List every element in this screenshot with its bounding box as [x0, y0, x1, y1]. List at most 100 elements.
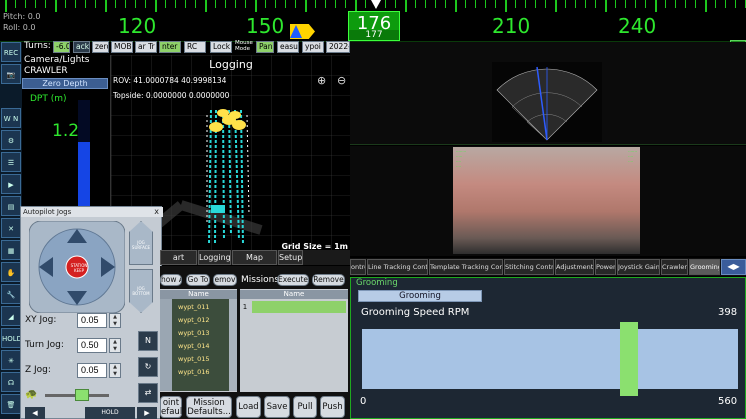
waypoint-defaults-button[interactable]: oint efaults... [160, 396, 198, 418]
tab-scroll-arrows-icon[interactable]: ◀▶ [721, 259, 746, 275]
push-button[interactable]: Push [320, 396, 345, 418]
table-row[interactable]: wypt_012 [172, 314, 229, 326]
compass-label: 120 [118, 14, 157, 38]
step-back-button[interactable]: ◀ [25, 407, 45, 419]
vehicle-icon: ▤ [7, 203, 15, 211]
measure-button[interactable]: easu [277, 41, 299, 53]
mob-button[interactable]: MOB [111, 41, 133, 53]
left-tool-column: REC 📷 W N E ⚙ ☰ ▶ ▤ ✕ ▦ ✋ 🔧 ◢ HOLD ✳ ☊ 🗑 [0, 42, 22, 419]
tab-line-tracking[interactable]: Line Tracking Control [367, 259, 428, 275]
tab-power[interactable]: Power [595, 259, 616, 275]
tab-control[interactable]: ontrol [350, 259, 366, 275]
table-row[interactable]: wypt_014 [172, 340, 229, 352]
tab-adjustments[interactable]: Adjustments [555, 259, 594, 275]
tab-logging[interactable]: Logging [198, 250, 231, 265]
zoom-in-icon[interactable]: ⊕ [317, 74, 326, 87]
z-jog-spinner[interactable]: ▲ ▼ [109, 363, 121, 378]
tab-crawler[interactable]: Crawler [661, 259, 688, 275]
grid-button[interactable]: ▦ [1, 240, 21, 260]
go-to-button[interactable]: Go To [186, 274, 210, 286]
grooming-toggle-button[interactable]: Grooming [358, 290, 482, 302]
hand-button[interactable]: ✋ [1, 262, 21, 282]
compass-tick [715, 0, 716, 8]
compass-tick [695, 0, 696, 8]
remove-mission-button[interactable]: Remove [312, 274, 345, 286]
compass-tick [205, 0, 207, 12]
depth-title: Camera/Lights CRAWLER [24, 55, 90, 77]
mode-button[interactable]: ⇄ [138, 383, 158, 403]
sonar-fan [496, 66, 598, 141]
compass-tick [415, 0, 416, 8]
speed-slider-handle[interactable] [75, 389, 89, 401]
compass-tick [135, 0, 136, 8]
compass-tick [365, 0, 366, 8]
jog-bottom-button[interactable]: JOG BOTTOM [129, 269, 153, 313]
target-button[interactable]: ✳ [1, 350, 21, 370]
jog-surface-button[interactable]: JOG SURFACE [129, 221, 153, 265]
trash-button[interactable]: 🗑 [1, 394, 21, 414]
compass-tick [295, 0, 296, 8]
tab-grooming[interactable]: Grooming [689, 259, 720, 275]
ack-button[interactable]: ack [73, 41, 90, 53]
center-button[interactable]: nter [159, 41, 181, 53]
grooming-speed-slider[interactable] [362, 329, 738, 389]
settings-button[interactable]: ⚙ [1, 130, 21, 150]
rc-dropdown[interactable]: RC [184, 41, 206, 53]
tab-map-config[interactable]: Map Config [232, 250, 277, 275]
tab-stitching[interactable]: Stitching Control [504, 259, 554, 275]
compass-button[interactable]: W N E [1, 108, 21, 143]
close-icon[interactable]: x [154, 207, 159, 217]
hold-button[interactable]: HOLD [85, 407, 135, 419]
tab-setup[interactable]: Setup [278, 250, 303, 265]
compass-tick [25, 0, 26, 8]
load-button[interactable]: Load [236, 396, 261, 418]
step-forward-button[interactable]: ▶ [137, 407, 157, 419]
pan-button[interactable]: Pan [256, 41, 274, 53]
tab-template-tracking[interactable]: Template Tracking Control [429, 259, 503, 275]
grooming-speed-handle[interactable] [620, 322, 639, 396]
video-button[interactable]: ▶ [1, 174, 21, 194]
tools-button[interactable]: ✕ [1, 218, 21, 238]
turn-jog-spinner[interactable]: ▲ ▼ [109, 338, 121, 353]
clear-tracks-button[interactable]: ar Tr [135, 41, 157, 53]
xy-jog-input[interactable]: 0.05 [77, 313, 107, 328]
tilt-button[interactable]: ◢ [1, 306, 21, 326]
list-button[interactable]: ☰ [1, 152, 21, 172]
hold-button[interactable]: HOLD [1, 328, 22, 348]
compass-n-button[interactable]: N [138, 331, 158, 351]
vehicle-button[interactable]: ▤ [1, 196, 21, 216]
waypoint-scrollbar[interactable] [229, 299, 237, 391]
record-button[interactable]: REC [1, 42, 21, 62]
table-row[interactable]: wypt_013 [172, 327, 229, 339]
table-row[interactable]: wypt_011 [172, 301, 229, 313]
save-button[interactable]: Save [264, 396, 290, 418]
mission-row-selected[interactable] [252, 301, 346, 313]
show-all-button[interactable]: how A [160, 274, 182, 286]
pull-button[interactable]: Pull [293, 396, 317, 418]
zoom-out-icon[interactable]: ⊖ [337, 74, 346, 87]
waypoint-button[interactable]: ypoi [302, 41, 324, 53]
zero-button[interactable]: zero [92, 41, 109, 53]
turn-jog-input[interactable]: 0.50 [77, 338, 107, 353]
compass-tick [495, 0, 496, 8]
waypoint-column-header: Name [160, 290, 237, 299]
wrench-button[interactable]: 🔧 [1, 284, 21, 304]
tab-joystick-gains[interactable]: Joystick Gains [617, 259, 660, 275]
camera-button[interactable]: 📷 [1, 64, 21, 84]
mission-defaults-button[interactable]: Mission Defaults... [186, 396, 232, 418]
table-row[interactable]: wypt_016 [172, 366, 229, 378]
diagnostics-button[interactable]: ☊ [1, 372, 21, 392]
camera-feed[interactable]: ········ ····· ···· ···· ······· ···· ···· [453, 147, 640, 254]
rotate-button[interactable]: ↻ [138, 357, 158, 377]
tab-start-items[interactable]: art Items [160, 250, 197, 275]
xy-jog-spinner[interactable]: ▲ ▼ [109, 313, 121, 328]
remove-waypoint-button[interactable]: emov [213, 274, 237, 286]
z-jog-input[interactable]: 0.05 [77, 363, 107, 378]
mouse-mode-label: Mouse Mode [235, 40, 253, 52]
table-row[interactable]: wypt_015 [172, 353, 229, 365]
compass-tick [85, 0, 86, 8]
lock-button[interactable]: Lock [210, 41, 232, 53]
execute-button[interactable]: Execute [277, 274, 309, 286]
zero-depth-button[interactable]: Zero Depth [22, 78, 108, 89]
date-button[interactable]: 2022- [326, 41, 350, 53]
